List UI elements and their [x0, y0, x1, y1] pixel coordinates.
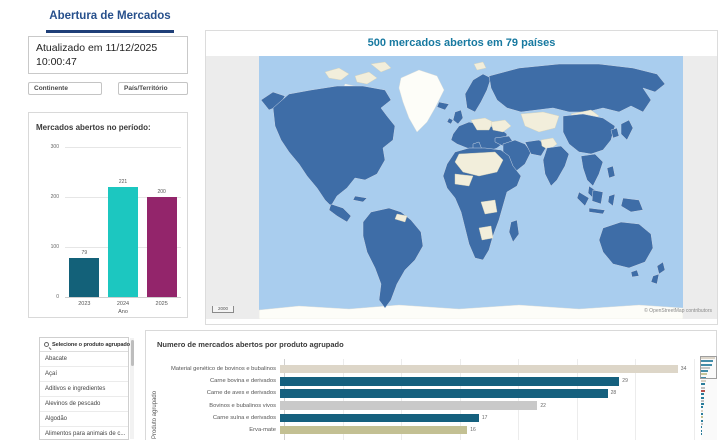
- xtick-2025: 2025: [143, 301, 181, 307]
- hbar-value: 22: [540, 403, 546, 409]
- chart-mercados-por-ano-xaxis-title: Ano: [65, 309, 181, 315]
- minimap-bar: [701, 397, 704, 399]
- minimap-bar: [701, 413, 703, 415]
- hbar-bar[interactable]: [280, 426, 467, 435]
- hbar-label: Carne de aves e derivados: [146, 390, 280, 396]
- chart-mercados-por-produto-panel: Numero de mercados abertos por produto a…: [145, 330, 717, 440]
- bar-value-2024: 221: [104, 179, 142, 185]
- last-updated-line1: Atualizado em 11/12/2025: [36, 41, 180, 55]
- hbar-bar[interactable]: [280, 414, 479, 423]
- minimap-bar: [701, 393, 704, 395]
- hbar-row: Carne de aves e derivados 28: [146, 387, 702, 399]
- minimap-bar: [701, 430, 702, 432]
- minimap-bar: [701, 383, 705, 385]
- world-map[interactable]: 2000 © OpenStreetMap contributors: [206, 56, 717, 319]
- hbar-value: 17: [482, 415, 488, 421]
- last-updated-line2: 10:00:47: [36, 55, 180, 69]
- map-scale-indicator: 2000: [212, 306, 234, 313]
- minimap-bar: [701, 380, 706, 382]
- hbar-label: Material genético de bovinos e bubalinos: [146, 366, 280, 372]
- list-item[interactable]: Abacate: [40, 352, 128, 367]
- chart-mercados-por-produto-yaxis-title: Produto agrupado: [152, 391, 158, 439]
- hbar-bar[interactable]: [280, 401, 537, 410]
- filter-continente[interactable]: Continente: [28, 82, 102, 95]
- hbar-label: Carne suína e derivados: [146, 415, 280, 421]
- ytick-100: 100: [39, 244, 59, 250]
- ytick-200: 200: [39, 194, 59, 200]
- hbar-value: 16: [470, 427, 476, 433]
- bar-value-2023: 79: [65, 250, 103, 256]
- map-title: 500 mercados abertos em 79 países: [206, 37, 717, 49]
- ytick-300: 300: [39, 144, 59, 150]
- hbar-bar[interactable]: [280, 377, 619, 386]
- tab-active-underline: [46, 30, 174, 33]
- tab-abertura-de-mercados[interactable]: Abertura de Mercados: [30, 6, 190, 30]
- minimap-bar: [701, 423, 703, 425]
- chart-mercados-por-ano-title: Mercados abertos no período:: [36, 123, 151, 132]
- gridline-y-300: [65, 147, 181, 148]
- hbar-row: Material genético de bovinos e bubalinos…: [146, 363, 702, 375]
- minimap-viewport[interactable]: [700, 356, 717, 379]
- minimap-bar: [701, 410, 703, 412]
- hbar-bar[interactable]: [280, 365, 678, 374]
- filter-pais-territorio[interactable]: País/Território: [118, 82, 188, 95]
- world-map-svg[interactable]: [259, 56, 683, 319]
- bar-value-2025: 200: [143, 189, 181, 195]
- gridline-y-0: [65, 297, 181, 298]
- search-icon: [44, 342, 49, 347]
- hbar-value: 29: [622, 378, 628, 384]
- chart-minimap-scrollbar[interactable]: [701, 357, 717, 440]
- list-item[interactable]: Alimentos para animais de c...: [40, 427, 128, 440]
- ytick-0: 0: [39, 294, 59, 300]
- hbar-bar[interactable]: [280, 389, 608, 398]
- map-russia: [489, 64, 665, 112]
- chart-mercados-por-ano-plot: 300200100079221200: [65, 147, 181, 297]
- bar-2024[interactable]: [108, 187, 138, 298]
- hbar-row: Erva-mate 16: [146, 424, 702, 436]
- list-item[interactable]: Açaí: [40, 367, 128, 382]
- minimap-bar: [701, 387, 705, 389]
- product-filter-pane: Selecione o produto agrupado AbacateAçaí…: [39, 337, 129, 440]
- xtick-2024: 2024: [104, 301, 142, 307]
- map-attribution: © OpenStreetMap contributors: [644, 308, 712, 314]
- list-item[interactable]: Aditivos e ingredientes: [40, 382, 128, 397]
- chart-mercados-por-produto-title: Numero de mercados abertos por produto a…: [157, 340, 344, 349]
- tab-bar: Abertura de Mercados: [30, 6, 190, 33]
- hbar-label: Erva-mate: [146, 427, 280, 433]
- map-panel: 500 mercados abertos em 79 países: [205, 30, 718, 325]
- xtick-2023: 2023: [65, 301, 103, 307]
- hbar-label: Carne bovina e derivados: [146, 378, 280, 384]
- chart-mercados-por-ano-panel: Mercados abertos no período: 300 200 100 0 7…: [28, 112, 188, 318]
- product-search-field[interactable]: Selecione o produto agrupado: [40, 338, 128, 352]
- hbar-value: 28: [611, 390, 617, 396]
- chart-mercados-por-produto-plot: Material genético de bovinos e bubalinos…: [146, 363, 702, 436]
- hbar-value: 34: [681, 366, 687, 372]
- product-list: AbacateAçaíAditivos e ingredientesAlevin…: [40, 352, 128, 440]
- minimap-bar: [701, 390, 705, 392]
- bar-2025[interactable]: [147, 197, 177, 297]
- hbar-row: Bovinos e bubalinos vivos 22: [146, 400, 702, 412]
- hbar-row: Carne suína e derivados 17: [146, 412, 702, 424]
- last-updated-box: Atualizado em 11/12/2025 10:00:47: [28, 36, 188, 74]
- product-search-placeholder: Selecione o produto agrupado: [52, 342, 130, 348]
- list-item[interactable]: Alevinos de pescado: [40, 397, 128, 412]
- product-list-scrollbar-thumb[interactable]: [131, 340, 134, 366]
- hbar-row: Carne bovina e derivados 29: [146, 375, 702, 387]
- minimap-bar: [701, 433, 702, 435]
- minimap-bar: [701, 406, 703, 408]
- minimap-bar: [701, 400, 704, 402]
- list-item[interactable]: Algodão: [40, 412, 128, 427]
- minimap-bar: [701, 416, 703, 418]
- product-list-scrollbar[interactable]: [130, 338, 134, 439]
- bar-2023[interactable]: [69, 258, 99, 298]
- minimap-bar: [701, 420, 703, 422]
- minimap-bar: [701, 403, 704, 405]
- minimap-bar: [701, 426, 702, 428]
- hbar-label: Bovinos e bubalinos vivos: [146, 403, 280, 409]
